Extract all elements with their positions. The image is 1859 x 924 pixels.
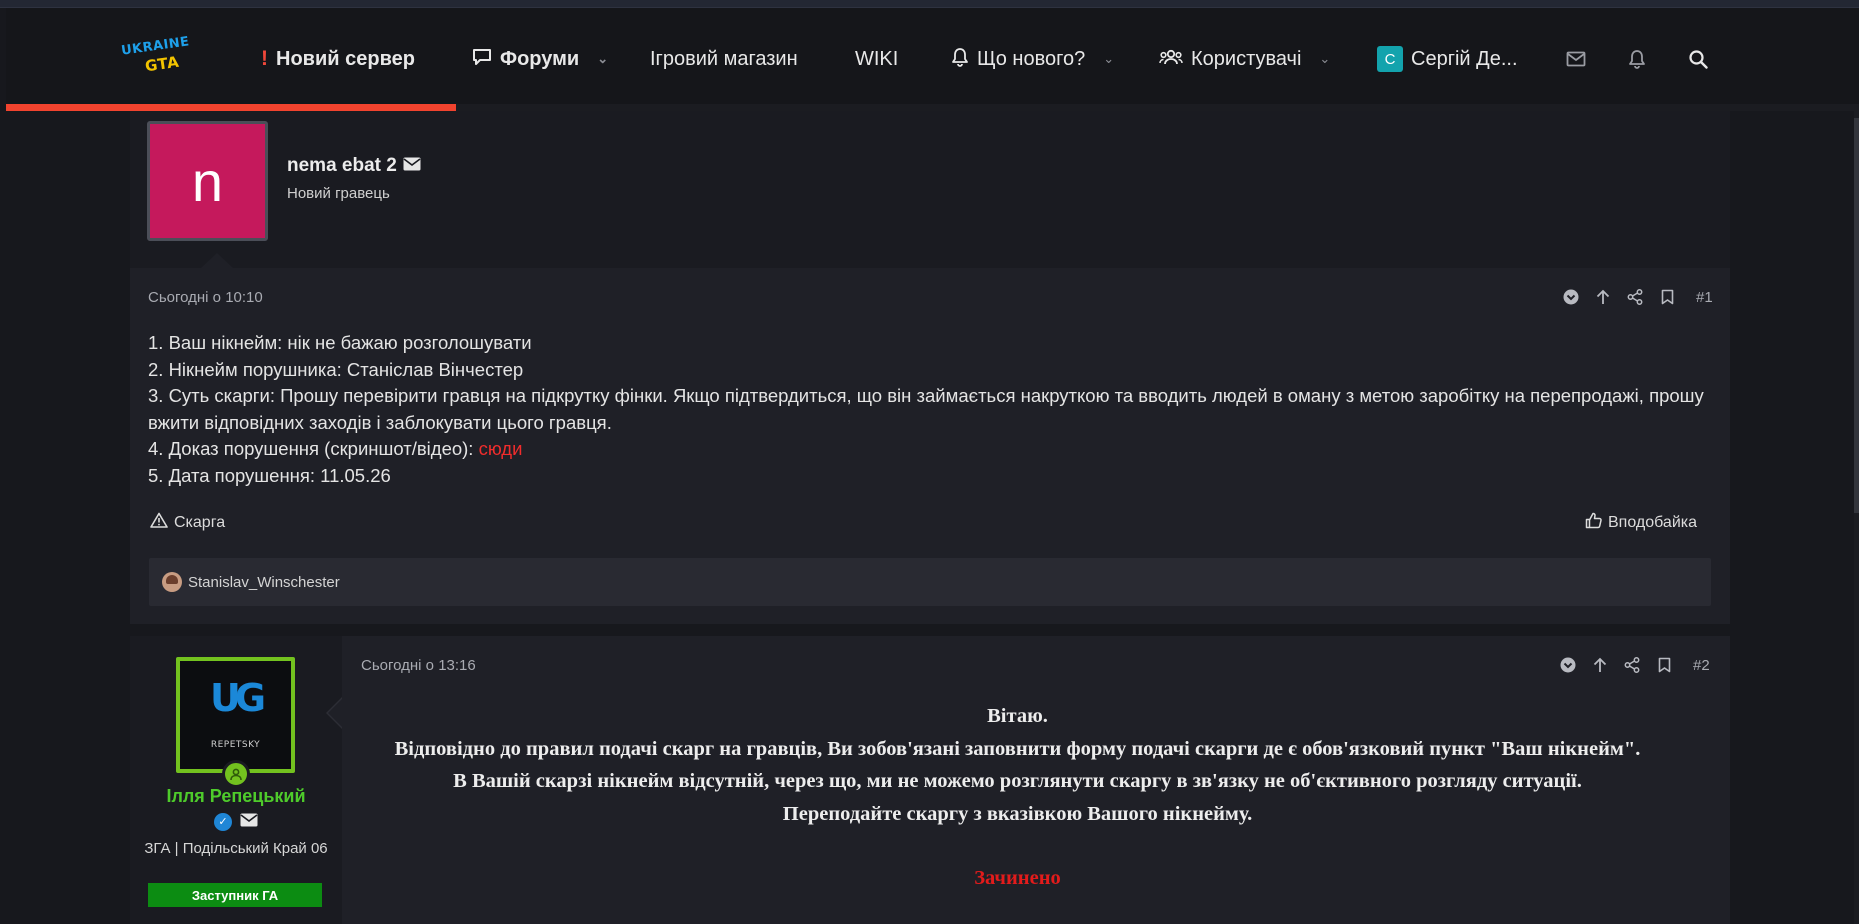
nav-wiki-label: WIKI — [855, 47, 899, 70]
staff-badge: Заступник ГА — [148, 883, 322, 907]
bookmark-icon[interactable] — [1658, 288, 1676, 306]
post-1-actions: #1 — [1562, 288, 1713, 306]
post-1-number[interactable]: #1 — [1696, 289, 1713, 306]
report-button[interactable]: Скарга — [150, 512, 225, 533]
reactions-bar[interactable]: Stanislav_Winschester — [149, 558, 1711, 606]
reaction-user-name[interactable]: Stanislav_Winschester — [188, 574, 340, 591]
nav-new-server-label: Новий сервер — [276, 47, 415, 70]
chevron-down-icon[interactable]: ⌄ — [597, 51, 608, 67]
page-progress-bar — [6, 104, 456, 111]
post-2-author-title: ЗГА | Подільський Край 06 — [144, 840, 328, 857]
browser-top-strip — [0, 0, 1859, 8]
page-scrollbar-thumb[interactable] — [1854, 118, 1859, 513]
nav-users[interactable]: Користувачі ⌄ — [1159, 44, 1330, 74]
post-1-line: 2. Нікнейм порушника: Станіслав Вінчесте… — [148, 358, 524, 380]
account-menu[interactable]: С Сергій Де... — [1377, 44, 1518, 74]
nav-new-server[interactable]: ! Новий сервер — [261, 44, 415, 74]
nav-game-shop[interactable]: Ігровий магазин — [650, 44, 798, 74]
avatar-caption: REPETSKY — [210, 740, 261, 750]
users-icon — [1159, 48, 1183, 71]
chevron-down-icon[interactable]: ⌄ — [1319, 51, 1330, 67]
reaction-user-avatar[interactable] — [162, 572, 182, 592]
search-icon[interactable] — [1683, 44, 1713, 74]
nav-forums[interactable]: Форуми ⌄ — [472, 44, 608, 74]
proof-link[interactable]: сюди — [479, 438, 523, 459]
post-2-line: Вітаю. — [987, 705, 1048, 727]
post-2-number[interactable]: #2 — [1693, 657, 1710, 674]
warning-icon — [150, 512, 168, 533]
envelope-icon[interactable] — [240, 812, 258, 831]
site-logo[interactable]: UKRAINE GTA — [119, 34, 195, 81]
inbox-icon[interactable] — [1561, 44, 1591, 74]
arrow-up-icon[interactable] — [1591, 656, 1609, 674]
chevron-down-icon[interactable]: ⌄ — [1103, 51, 1114, 67]
share-icon[interactable] — [1623, 656, 1641, 674]
verified-icon: ✓ — [214, 812, 232, 831]
post-1-line: 3. Суть скарги: Прошу перевірити гравця … — [148, 385, 1704, 433]
nav-whats-new-label: Що нового? — [977, 47, 1086, 70]
author-arrow-inner — [328, 699, 342, 727]
avatar-logo-mark: UG — [209, 676, 266, 720]
like-button[interactable]: Вподобайка — [1585, 512, 1697, 534]
post-1-date[interactable]: Сьогодні о 10:10 — [148, 289, 263, 306]
like-label: Вподобайка — [1608, 514, 1697, 531]
avatar[interactable]: n — [147, 121, 268, 241]
post-2-line: Відповідно до правил подачі скарг на гра… — [394, 737, 1641, 760]
chevron-circle-down-icon[interactable] — [1559, 656, 1577, 674]
nav-forums-label: Форуми — [500, 47, 580, 70]
post-2-body: Вітаю. Відповідно до правил подачі скарг… — [380, 700, 1655, 895]
nav-users-label: Користувачі — [1191, 47, 1302, 70]
nav-whats-new[interactable]: Що нового? ⌄ — [951, 44, 1114, 74]
arrow-up-icon[interactable] — [1594, 288, 1612, 306]
nav-wiki[interactable]: WIKI — [855, 44, 898, 74]
post-2-line: В Вашій скарзі нікнейм відсутній, через … — [453, 770, 1582, 792]
post-2-actions: #2 — [1559, 656, 1710, 674]
report-label: Скарга — [174, 513, 226, 531]
post-1-author-name[interactable]: nema ebat 2 — [287, 155, 397, 177]
post-1-line-proof: 4. Доказ порушення (скриншот/відео): сюд… — [148, 436, 1708, 463]
post-1-author-title: Новий гравець — [287, 185, 390, 202]
post-2-line: Переподайте скаргу з вказівкою Вашого ні… — [782, 802, 1253, 825]
comment-icon — [472, 48, 492, 71]
alerts-bell-icon[interactable] — [1622, 44, 1652, 74]
post-1-line: 4. Доказ порушення (скриншот/відео): — [148, 438, 479, 459]
post-1-body: 1. Ваш нікнейм: нік не бажаю розголошува… — [148, 330, 1708, 489]
post-2-author-name[interactable]: Ілля Репецький — [130, 786, 342, 807]
author-arrow — [201, 253, 233, 268]
post-1-author[interactable]: nema ebat 2 — [287, 155, 421, 177]
post-1-line: 1. Ваш нікнейм: нік не бажаю розголошува… — [148, 332, 532, 353]
post-2-date[interactable]: Сьогодні о 13:16 — [361, 657, 476, 674]
chevron-circle-down-icon[interactable] — [1562, 288, 1580, 306]
account-avatar: С — [1377, 46, 1403, 72]
exclamation-icon: ! — [261, 47, 268, 70]
thumbs-up-icon — [1585, 512, 1602, 534]
post-2-author-icons: ✓ — [130, 812, 342, 831]
post-1-line: 5. Дата порушення: 11.05.26 — [148, 464, 391, 486]
account-name: Сергій Де... — [1411, 47, 1518, 70]
nav-game-shop-label: Ігровий магазин — [650, 47, 798, 70]
bookmark-icon[interactable] — [1655, 656, 1673, 674]
bell-icon — [951, 47, 969, 72]
online-status-icon — [222, 760, 250, 788]
envelope-icon[interactable] — [403, 155, 421, 177]
closed-status: Зачинено — [974, 867, 1061, 889]
logo-text-bottom: GTA — [143, 52, 181, 76]
share-icon[interactable] — [1626, 288, 1644, 306]
